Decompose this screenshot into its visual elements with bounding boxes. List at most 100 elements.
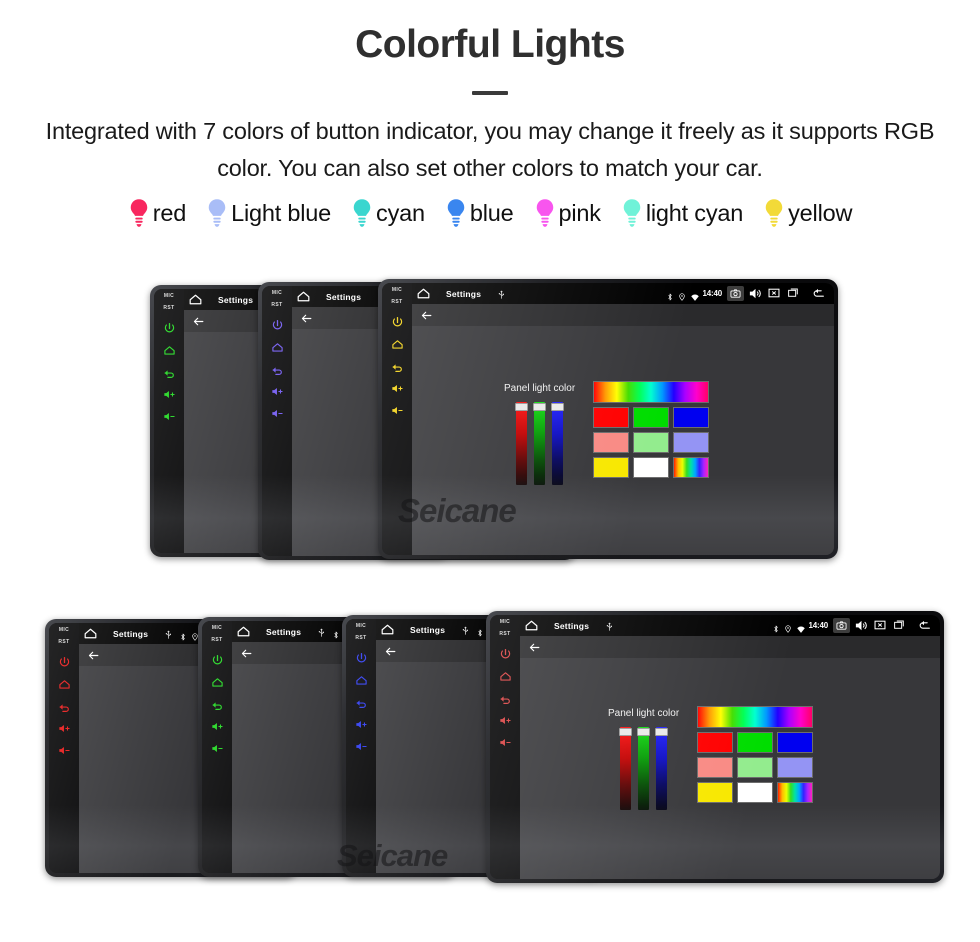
rainbow-gradient-swatch[interactable]: [593, 381, 710, 403]
mic-label: MIC: [58, 627, 70, 633]
legend-label: red: [152, 199, 187, 226]
swatch-row: [697, 732, 814, 753]
arrow-left-icon[interactable]: [192, 315, 205, 328]
device-group-top: MIC RST Settings 14:40 Panel light color MIC R…: [0, 275, 980, 570]
volume-up-icon: [211, 722, 223, 731]
recent-apps-icon[interactable]: [892, 618, 907, 633]
home-icon[interactable]: [380, 622, 395, 637]
back-icon: [356, 700, 366, 708]
slider-thumb[interactable]: [551, 403, 565, 411]
panel-light-color-picker[interactable]: Panel light color: [608, 706, 814, 810]
red-swatch[interactable]: [697, 732, 734, 753]
blue-slider[interactable]: [551, 402, 565, 485]
volume-up-icon: [355, 720, 367, 729]
bulb-icon: [353, 199, 371, 227]
power-icon: [212, 654, 222, 665]
recent-apps-icon[interactable]: [786, 286, 801, 301]
bluetooth-icon: [773, 625, 778, 633]
volume-up-icon: [391, 384, 403, 393]
swatch-row: [593, 381, 710, 403]
back-arrow-icon[interactable]: [809, 287, 828, 300]
volume-down-icon: [391, 406, 403, 415]
home-icon: [163, 346, 175, 355]
arrow-left-icon[interactable]: [300, 312, 313, 325]
red-swatch[interactable]: [593, 407, 630, 428]
bulb-icon: [130, 199, 147, 227]
bluetooth-icon: [179, 629, 187, 641]
yellow-swatch[interactable]: [697, 782, 734, 803]
hero-description: Integrated with 7 colors of button indic…: [45, 117, 935, 182]
rainbow-small-swatch[interactable]: [777, 782, 814, 803]
red-slider[interactable]: [619, 727, 633, 810]
slider-thumb[interactable]: [619, 728, 633, 736]
android-screen[interactable]: Settings 14:40 Panel light color: [412, 283, 834, 555]
camera-icon[interactable]: [727, 286, 744, 301]
rst-label: RST: [355, 635, 367, 641]
blue-slider[interactable]: [655, 727, 669, 810]
home-icon[interactable]: [296, 289, 311, 304]
device-screen-assembly: MIC RST Settings 14:40 Panel light color: [490, 615, 940, 879]
legend-item-yellow: yellow: [763, 198, 852, 228]
periwinkle-swatch[interactable]: [673, 432, 710, 453]
close-box-icon[interactable]: [767, 286, 782, 301]
color-swatch-grid[interactable]: [697, 706, 814, 803]
red-slider[interactable]: [515, 402, 529, 485]
salmon-swatch[interactable]: [697, 757, 734, 778]
android-screen[interactable]: Settings 14:40 Panel light color: [520, 615, 940, 879]
slider-thumb[interactable]: [515, 403, 529, 411]
color-swatch-grid[interactable]: [593, 381, 710, 478]
arrow-left-icon[interactable]: [420, 309, 433, 322]
swatch-row: [697, 782, 814, 803]
device-red-4[interactable]: MIC RST Settings 14:40 Panel light color: [486, 611, 944, 883]
legend-item-pink: pink: [534, 198, 601, 228]
swatch-row: [593, 457, 710, 478]
slider-thumb[interactable]: [655, 728, 669, 736]
green-slider[interactable]: [637, 727, 651, 810]
home-icon[interactable]: [416, 286, 431, 301]
arrow-left-icon[interactable]: [384, 645, 397, 658]
volume-icon: [749, 288, 761, 299]
volume-icon[interactable]: [854, 618, 869, 633]
legend-label: Light blue: [231, 199, 332, 226]
slider-thumb[interactable]: [637, 728, 651, 736]
green-swatch[interactable]: [633, 407, 670, 428]
rainbow-gradient-swatch[interactable]: [697, 706, 814, 728]
status-bar: Settings 14:40: [520, 615, 940, 636]
periwinkle-swatch[interactable]: [777, 757, 814, 778]
salmon-swatch[interactable]: [593, 432, 630, 453]
white-swatch[interactable]: [737, 782, 774, 803]
volume-up-icon: [271, 387, 283, 396]
camera-icon[interactable]: [833, 618, 850, 633]
home-icon[interactable]: [188, 292, 203, 307]
volume-icon[interactable]: [748, 286, 763, 301]
light-green-swatch[interactable]: [737, 757, 774, 778]
arrow-left-icon[interactable]: [240, 647, 253, 660]
rgb-sliders[interactable]: [619, 727, 669, 810]
device-yellow[interactable]: MIC RST Settings 14:40 Panel light color: [378, 279, 838, 559]
blue-swatch[interactable]: [777, 732, 814, 753]
home-icon: [271, 343, 283, 352]
blue-swatch[interactable]: [673, 407, 710, 428]
green-swatch[interactable]: [737, 732, 774, 753]
hardware-button-rail: MIC RST: [154, 289, 184, 553]
slider-thumb[interactable]: [533, 403, 547, 411]
rainbow-small-swatch[interactable]: [673, 457, 710, 478]
light-green-swatch[interactable]: [633, 432, 670, 453]
close-box-icon[interactable]: [873, 618, 888, 633]
home-icon: [58, 680, 70, 689]
rgb-sliders[interactable]: [515, 402, 565, 485]
home-icon[interactable]: [236, 624, 251, 639]
arrow-left-icon[interactable]: [528, 641, 541, 654]
home-icon[interactable]: [83, 626, 98, 641]
home-icon[interactable]: [524, 618, 539, 633]
green-slider[interactable]: [533, 402, 547, 485]
arrow-left-icon[interactable]: [87, 649, 100, 662]
white-swatch[interactable]: [633, 457, 670, 478]
back-arrow-icon[interactable]: [915, 619, 934, 632]
location-pin-icon: [784, 625, 791, 633]
panel-light-color-picker[interactable]: Panel light color: [504, 381, 710, 485]
yellow-swatch[interactable]: [593, 457, 630, 478]
home-icon: [381, 624, 394, 635]
bluetooth-icon: [666, 289, 674, 301]
action-bar: [412, 304, 834, 326]
